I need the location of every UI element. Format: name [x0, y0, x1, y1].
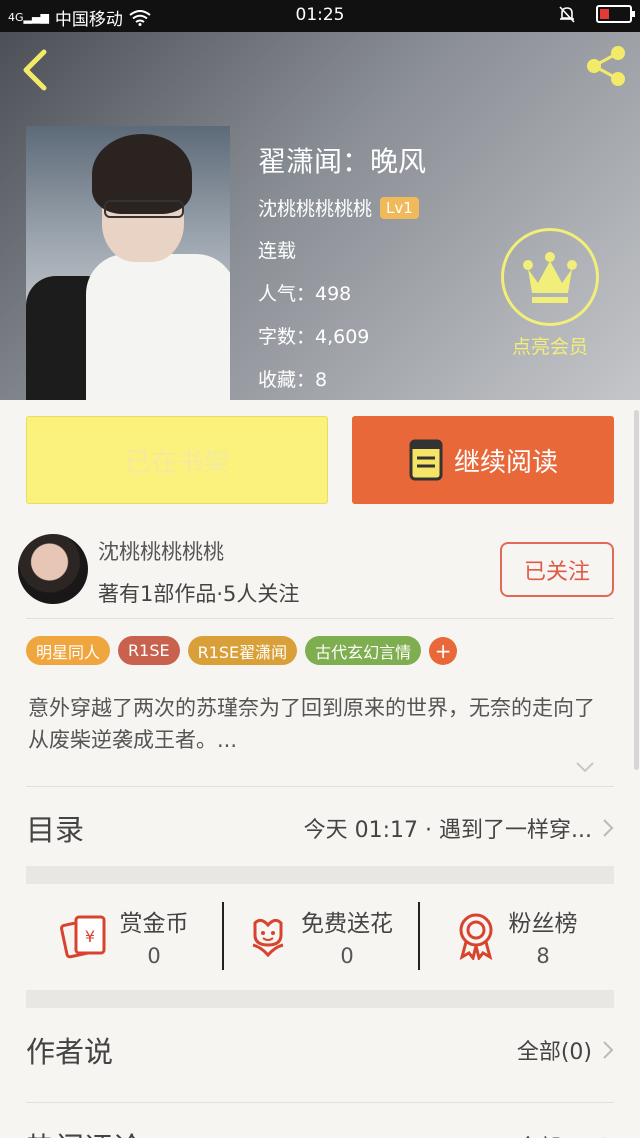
- hot-comments-count: 全部(1): [517, 1130, 592, 1138]
- status-bar: 4G▂▄▆ 中国移动 01:25: [0, 0, 640, 32]
- scrollbar[interactable]: [634, 410, 639, 770]
- vip-button[interactable]: 点亮会员: [500, 228, 600, 359]
- send-flower-button[interactable]: 免费送花 0: [222, 896, 418, 976]
- book-author-line: 沈桃桃桃桃桃 Lv1: [258, 194, 419, 221]
- divider: [26, 786, 614, 787]
- tag-list: 明星同人 R1SE R1SE翟潇闻 古代玄幻言情 +: [26, 636, 458, 665]
- clock: 01:25: [295, 5, 345, 25]
- popularity: 人气：498: [258, 283, 352, 305]
- author-avatar[interactable]: [18, 534, 88, 604]
- add-tag-button[interactable]: +: [429, 636, 458, 665]
- chevron-right-icon: [603, 1041, 614, 1059]
- serial-status: 连载: [258, 240, 297, 262]
- chevron-down-icon[interactable]: [574, 756, 596, 778]
- status-right: [558, 5, 635, 23]
- catalog-row[interactable]: 目录 今天 01:17 · 遇到了一样穿...: [26, 800, 614, 856]
- book-cover[interactable]: [26, 126, 230, 400]
- send-flower-label: 免费送花: [301, 911, 393, 937]
- latest-chapter: 今天 01:17 · 遇到了一样穿...: [304, 812, 614, 844]
- book-icon: [409, 439, 443, 481]
- divider: [26, 1102, 614, 1103]
- on-shelf-button[interactable]: 已在书架: [26, 416, 328, 504]
- author-says-count: 全部(0): [516, 1040, 592, 1065]
- tag-item[interactable]: R1SE翟潇闻: [187, 636, 298, 665]
- continue-reading-label: 继续阅读: [453, 447, 558, 478]
- hot-comments-row[interactable]: 热门评论 全部(1): [26, 1118, 614, 1138]
- vip-label: 点亮会员: [511, 336, 588, 358]
- battery-icon: [596, 5, 635, 23]
- gold-coin-icon: ¥: [59, 915, 105, 959]
- latest-chapter-text: 今天 01:17 · 遇到了一样穿...: [303, 818, 592, 843]
- catalog-label: 目录: [26, 813, 85, 847]
- tag-item[interactable]: 古代玄幻言情: [305, 636, 422, 665]
- send-flower-count: 0: [340, 944, 354, 968]
- fan-ranking-button[interactable]: 粉丝榜 8: [418, 896, 614, 976]
- author-says-row[interactable]: 作者说 全部(0): [26, 1022, 614, 1078]
- share-icon[interactable]: [582, 42, 630, 90]
- action-bar: ¥ 赏金币 0 免费送花 0 粉丝榜 8: [26, 896, 614, 976]
- follow-button[interactable]: 已关注: [500, 542, 614, 597]
- word-count: 字数：4,609: [258, 326, 370, 348]
- hot-comments-all: 全部(1): [517, 1130, 614, 1138]
- svg-text:¥: ¥: [84, 927, 94, 946]
- book-author[interactable]: 沈桃桃桃桃桃: [258, 194, 372, 221]
- author-says-label: 作者说: [26, 1035, 114, 1069]
- ribbon-badge-icon: [459, 913, 492, 960]
- continue-reading-button[interactable]: 继续阅读: [352, 416, 614, 504]
- tag-item[interactable]: R1SE: [118, 636, 180, 665]
- section-separator: [26, 866, 614, 884]
- fan-ranking-label: 粉丝榜: [508, 911, 578, 937]
- favorites-count: 收藏：8: [258, 369, 328, 391]
- chevron-right-icon: [603, 819, 614, 837]
- section-separator: [26, 990, 614, 1008]
- divider: [26, 618, 614, 619]
- tag-item[interactable]: 明星同人: [26, 636, 111, 665]
- back-icon[interactable]: [16, 48, 56, 92]
- book-title: 翟潇闻：晚风: [258, 145, 427, 178]
- mute-bell-icon: [559, 6, 575, 23]
- level-badge: Lv1: [380, 196, 419, 219]
- synopsis[interactable]: 意外穿越了两次的苏瑾奈为了回到原来的世界，无奈的走向了从废柴逆袭成王者。...: [28, 692, 612, 756]
- flower-icon: [252, 918, 284, 958]
- author-stats: 著有1部作品·5人关注: [98, 582, 300, 606]
- crown-icon: [501, 228, 599, 326]
- reward-coins-count: 0: [147, 944, 161, 968]
- author-says-all: 全部(0): [517, 1034, 614, 1066]
- book-header: 翟潇闻：晚风 沈桃桃桃桃桃 Lv1 连载 人气：498 字数：4,609 收藏：…: [0, 32, 640, 400]
- reward-coins-button[interactable]: ¥ 赏金币 0: [26, 896, 222, 976]
- reward-coins-label: 赏金币: [119, 911, 189, 937]
- author-name[interactable]: 沈桃桃桃桃桃: [98, 536, 224, 566]
- fan-ranking-count: 8: [536, 944, 550, 968]
- hot-comments-label: 热门评论: [26, 1125, 142, 1138]
